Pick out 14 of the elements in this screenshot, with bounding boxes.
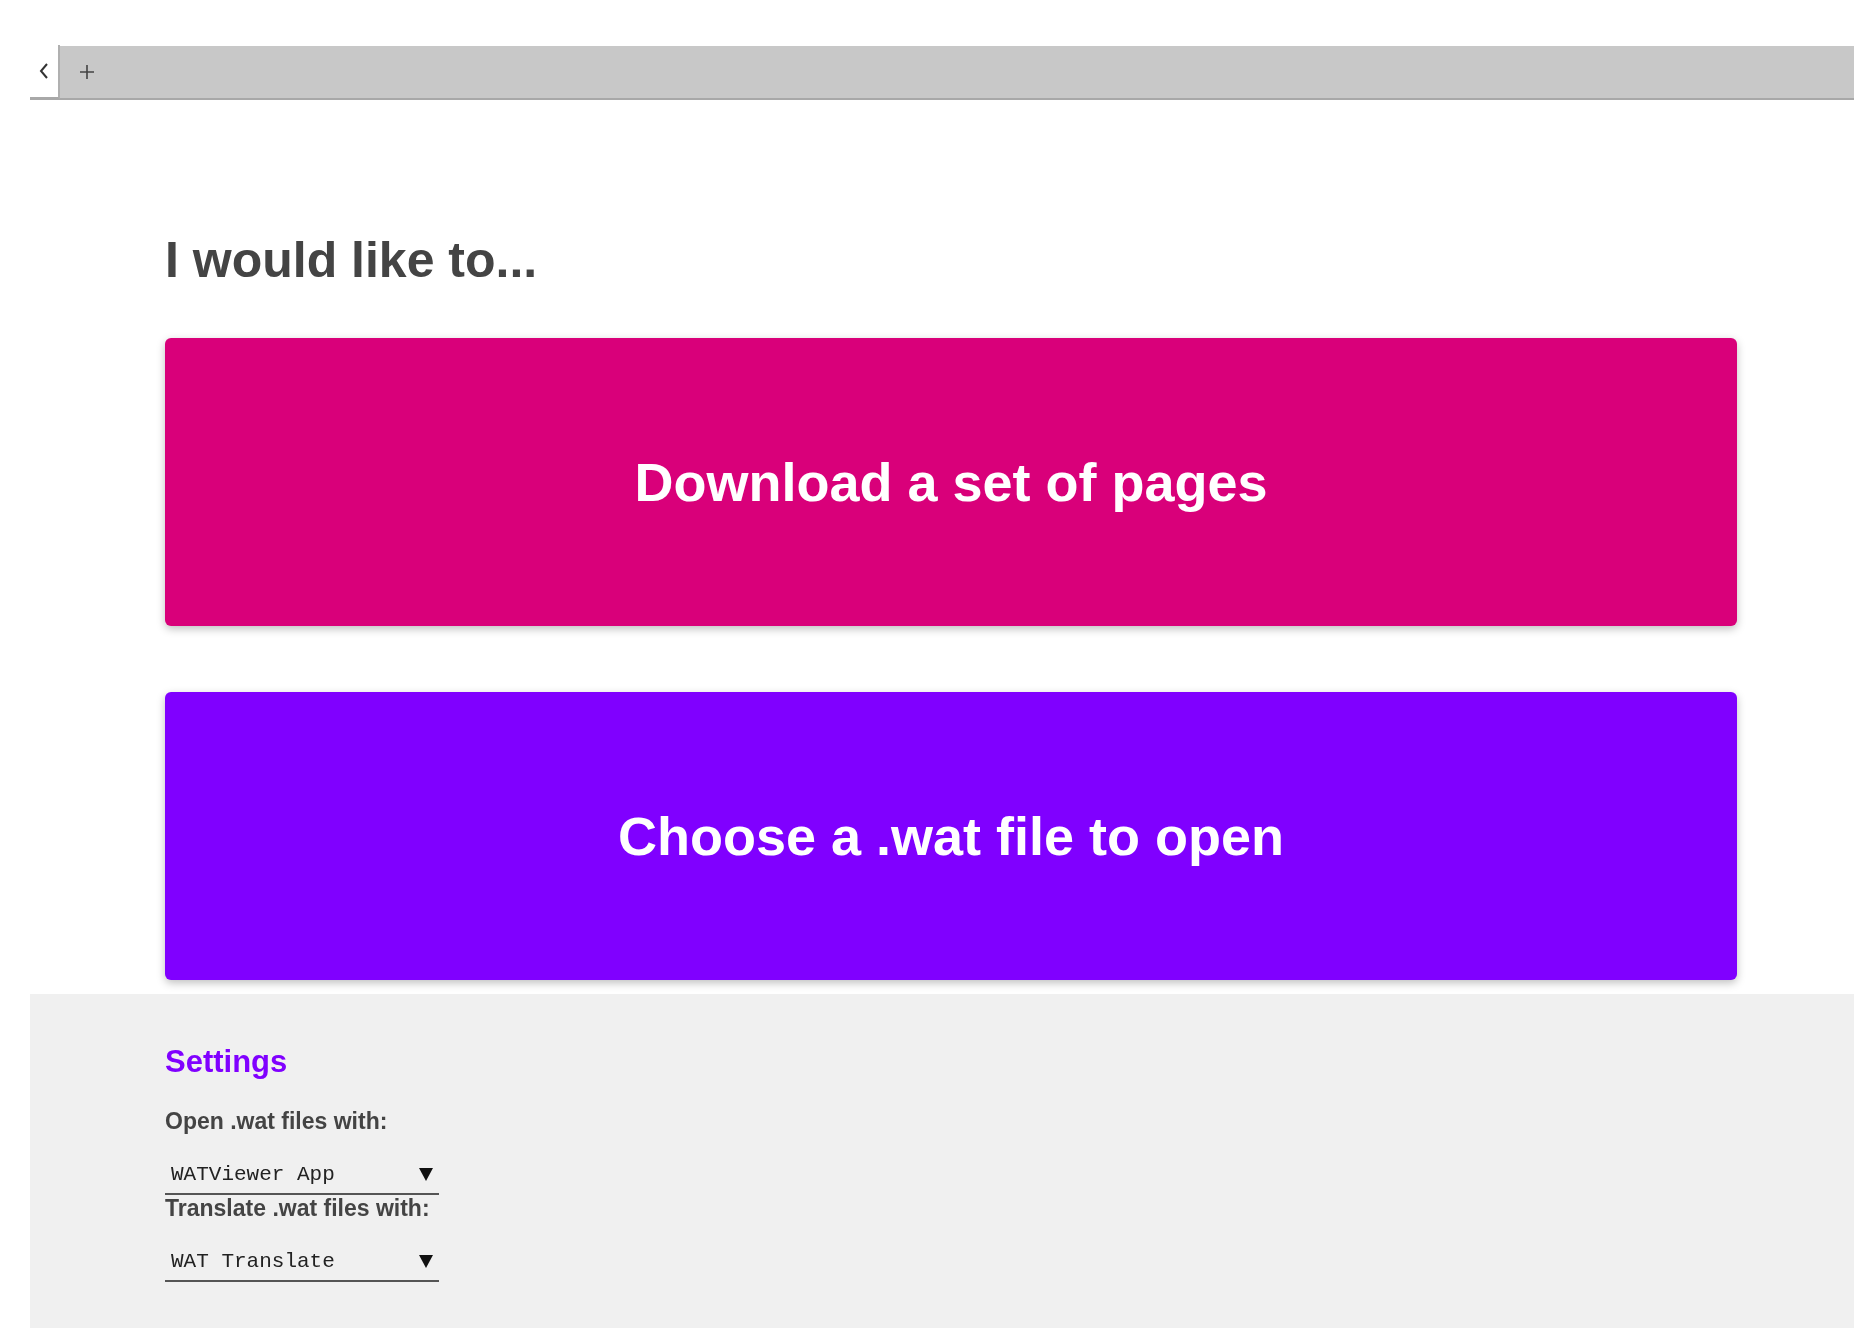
- page-heading: I would like to...: [165, 231, 538, 290]
- action-button[interactable]: Choose a .wat file to open: [165, 692, 1737, 980]
- plus-icon: [80, 65, 94, 79]
- field-label: Open .wat files with:: [165, 1108, 388, 1135]
- select-value: WATViewer App: [171, 1162, 335, 1186]
- back-icon: [39, 63, 49, 79]
- field-label: Translate .wat files with:: [165, 1195, 430, 1222]
- settings-title: Settings: [165, 1044, 288, 1080]
- select-field[interactable]: WATViewer App: [165, 1159, 439, 1195]
- select-field[interactable]: WAT Translate: [165, 1246, 439, 1282]
- caret-icon: [418, 1254, 433, 1268]
- action-button[interactable]: Download a set of pages: [165, 338, 1737, 626]
- caret-icon: [418, 1167, 433, 1181]
- select-value: WAT Translate: [171, 1249, 335, 1273]
